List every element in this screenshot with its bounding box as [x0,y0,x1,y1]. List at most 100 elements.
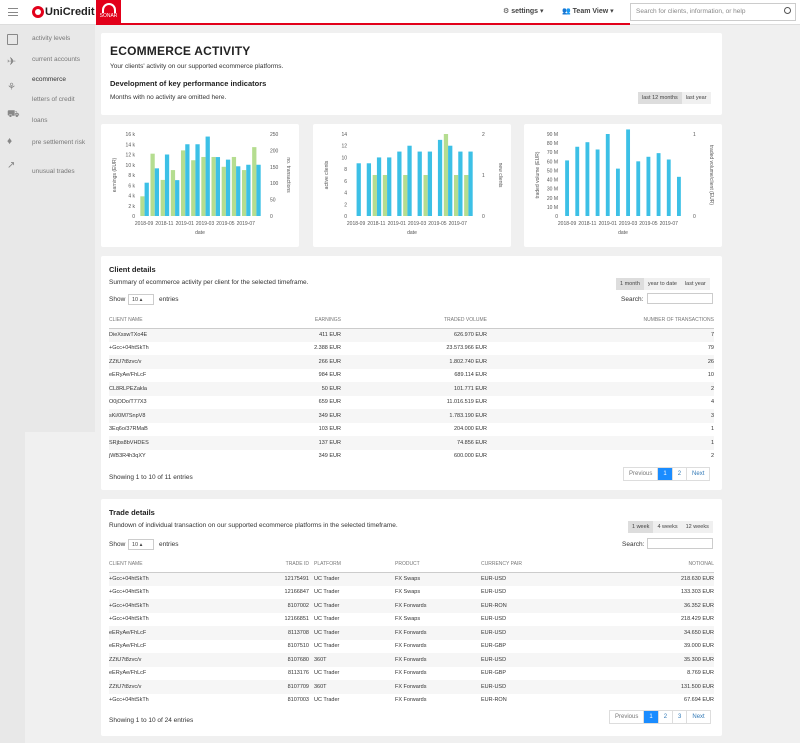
table-cell: eERyAe/FhLcF [109,372,147,379]
table-row[interactable]: SRjbs8bVHDES 137 EUR 74.856 EUR 1 [109,436,714,450]
y-tick-label: 0 [344,214,347,220]
table-row[interactable]: +Gcc+04htSkTh 12166851 UC Trader FX Swaps EU… [109,613,714,627]
table-row[interactable]: +Gcc+04htSkTh 12166847 UC Trader FX Swaps EU… [109,586,714,600]
table-row[interactable]: eERyAe/FhLcF 8107510 UC Trader FX Forwards E… [109,640,714,654]
y-tick-label: 0 [555,214,558,220]
table-cell: 137 EUR [249,436,341,450]
table-row[interactable]: DieXsswTXo4E 411 EUR 626.970 EUR 7 [109,328,714,342]
table-cell: UC Trader [314,670,340,677]
volume-chart: 0 10 M 20 M 30 M 40 M 50 M 60 M 70 M 80 M 90 M 0 1 t… [535,129,714,236]
unicredit-logo[interactable]: UniCredit [32,6,95,18]
search-icon[interactable] [784,7,791,14]
table-row[interactable]: sKi/0M7SnpV8 349 EUR 1.783.190 EUR 3 [109,409,714,423]
col-product[interactable]: PRODUCT [395,557,481,573]
col-trade-id[interactable]: TRADE ID [229,557,309,573]
hamburger-icon[interactable] [8,8,18,16]
page-previous[interactable]: Previous [610,711,645,723]
trade-search-input[interactable] [647,538,713,549]
plane-icon[interactable]: ✈ [7,57,18,68]
page-next[interactable]: Next [687,711,709,723]
table-row[interactable]: eERyAe/FhLcF 8113176 UC Trader FX Forwards E… [109,667,714,681]
table-row[interactable]: jWB3R4h3qXY 349 EUR 600.000 EUR 2 [109,450,714,464]
bar-primary [417,151,422,216]
icon-bar: ✈ ⚘ ⛟ ♦ ↗ [0,25,25,743]
sonar-logo[interactable]: SONAR [96,0,121,25]
bar-secondary [372,175,377,216]
table-row[interactable]: 3Eq6o/37RMaB 103 EUR 204.000 EUR 1 [109,423,714,437]
range-1-month[interactable]: 1 month [616,278,644,290]
col-client-name[interactable]: CLIENT NAME [109,557,229,573]
range-year-to-date[interactable]: year to date [644,278,681,290]
table-cell: +Gcc+04htSkTh [109,589,149,596]
table-row[interactable]: ZZtU7t8zvc/v 8107680 360T FX Forwards EUR-US… [109,653,714,667]
y-tick-label: 20 M [547,196,558,202]
y2-tick-label: 2 [482,132,485,138]
table-row[interactable]: CL8RLPEZakla 50 EUR 101.771 EUR 2 [109,382,714,396]
entries-select[interactable]: 10 ▴ [128,294,154,305]
page-1[interactable]: 1 [644,711,659,723]
client-search-input[interactable] [647,293,713,304]
table-row[interactable]: +Gcc+04htSkTh 2.388 EUR 23.573.966 EUR 79 [109,342,714,356]
page-subtitle: Your clients' activity on our supported … [110,63,284,70]
table-row[interactable]: +Gcc+04htSkTh 8107002 UC Trader FX Forwards… [109,599,714,613]
trend-icon[interactable]: ↗ [7,160,18,171]
bar-primary [448,145,453,216]
page-previous[interactable]: Previous [624,468,659,480]
table-row[interactable]: ZZtU7t8zvc/v 8107709 360T FX Forwards EUR-US… [109,680,714,694]
y-tick-label: 60 M [547,159,558,165]
col-client-name[interactable]: CLIENT NAME [109,313,249,329]
table-row[interactable]: eERyAe/FhLcF 984 EUR 689.114 EUR 10 [109,369,714,383]
col-transactions[interactable]: NUMBER OF TRANSACTIONS [487,313,714,329]
page-next[interactable]: Next [687,468,709,480]
table-row[interactable]: +Gcc+04htSkTh 12175491 UC Trader FX Swaps EU… [109,572,714,586]
search-input[interactable]: Search for clients, information, or help [630,3,796,21]
col-notional[interactable]: NOTIONAL [591,557,714,573]
table-cell: eERyAe/FhLcF [109,626,229,640]
range-4-weeks[interactable]: 4 weeks [653,521,681,533]
earnings-chart: 0 2 k 4 k 6 k 8 k 10 k 12 k 14 k 16 k 0 50 100 150 20… [112,132,291,236]
table-cell: 12166847 [284,589,309,596]
table-row[interactable]: O0jODo/T77X3 659 EUR 11.016.519 EUR 4 [109,396,714,410]
sidebar-item-current-accounts[interactable]: current accounts [32,56,80,63]
col-currency-pair[interactable]: CURRENCY PAIR [481,557,591,573]
truck-icon[interactable]: ⛟ [7,109,20,120]
table-cell: FX Forwards [395,643,427,650]
sidebar-item-pre-settlement-risk[interactable]: pre settlement risk [32,138,90,147]
col-traded-volume[interactable]: TRADED VOLUME [341,313,487,329]
sidebar-item-letters-of-credit[interactable]: letters of credit [32,96,75,103]
table-cell: 349 EUR [249,409,341,423]
sidebar-item-unusual-trades[interactable]: unusual trades [32,168,75,175]
sidebar-item-ecommerce[interactable]: ecommerce [32,76,66,83]
col-earnings[interactable]: EARNINGS [249,313,341,329]
table-cell: 8107510 [287,643,309,650]
x-tick-label: 2018-11 [155,221,173,227]
settings-menu[interactable]: ⚙ settings ▾ [503,7,544,15]
range-last-year[interactable]: last year [681,278,710,290]
sidebar-item-activity-levels[interactable]: activity levels [32,35,70,42]
table-row[interactable]: +Gcc+04htSkTh 8107003 UC Trader FX Forwards… [109,694,714,708]
range-1-week[interactable]: 1 week [628,521,654,533]
entries-label: entries [159,541,179,548]
page-2[interactable]: 2 [673,468,688,480]
y-axis-label: active clients [324,160,330,189]
team-view-menu[interactable]: 👥 Team View ▾ [562,7,614,15]
col-platform[interactable]: PLATFORM [309,557,395,573]
table-row[interactable]: ZZtU7t8zvc/v 266 EUR 1.802.740 EUR 26 [109,355,714,369]
table-cell: 204.000 EUR [453,426,487,433]
range-last-12-months[interactable]: last 12 months [638,92,682,104]
y2-tick-label: 0 [270,214,273,220]
sidebar-item-loans[interactable]: loans [32,117,48,124]
page-2[interactable]: 2 [659,711,674,723]
monitor-icon[interactable] [7,34,18,45]
table-cell: 626.970 EUR [341,328,487,342]
table-row[interactable]: eERyAe/FhLcF 8113708 UC Trader FX Forwards E… [109,626,714,640]
page-1[interactable]: 1 [658,468,673,480]
table-cell: EUR-RON [481,697,507,704]
range-last-year[interactable]: last year [682,92,711,104]
entries-select[interactable]: 10 ▴ [128,539,154,550]
range-12-weeks[interactable]: 12 weeks [682,521,713,533]
settings-label: settings [511,8,539,15]
page-3[interactable]: 3 [673,711,688,723]
bell-icon[interactable]: ♦ [7,136,18,147]
handshake-icon[interactable]: ⚘ [7,82,18,93]
